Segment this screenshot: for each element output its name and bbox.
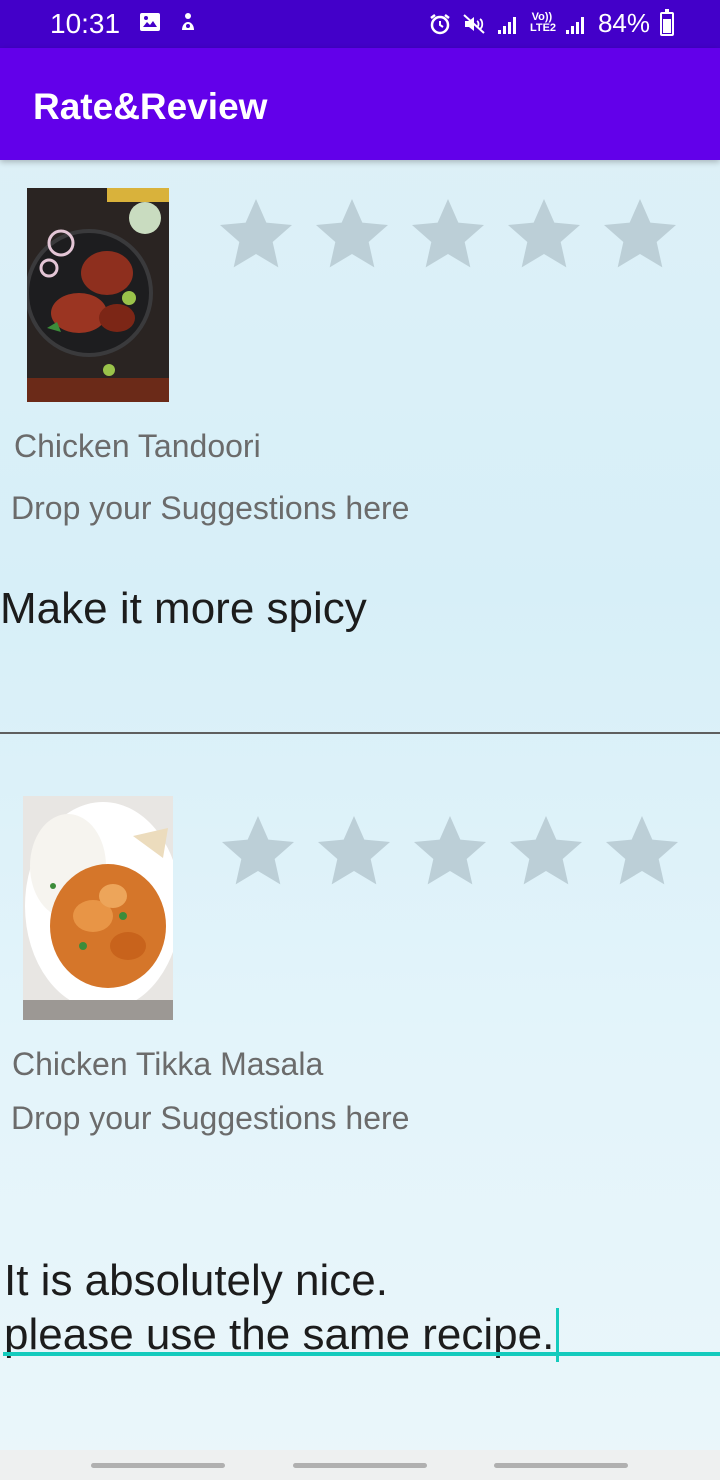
gallery-icon (138, 10, 162, 34)
navigation-bar (0, 1450, 720, 1480)
review-card-chicken-tikka-masala: Chicken Tikka Masala Drop your Suggestio… (0, 735, 720, 1450)
star-3-icon[interactable] (402, 809, 498, 893)
mute-icon (462, 12, 486, 36)
star-2-icon[interactable] (306, 809, 402, 893)
review-card-chicken-tandoori: Chicken Tandoori Drop your Suggestions h… (0, 160, 720, 735)
volte-lte2-icon: Vo)) LTE2 (529, 10, 557, 34)
nav-home-button[interactable] (293, 1463, 427, 1468)
notification-app-icon (176, 10, 200, 34)
status-bar: 10:31 Vo)) LTE2 84% (0, 0, 720, 48)
dish-name: Chicken Tikka Masala (12, 1046, 324, 1082)
review-input-text: It is absolutely nice. please use the sa… (4, 1256, 555, 1359)
star-1-icon[interactable] (210, 809, 306, 893)
nav-recent-apps-button[interactable] (91, 1463, 225, 1468)
alarm-icon (428, 12, 452, 36)
star-1-icon[interactable] (208, 192, 304, 276)
suggestions-label: Drop your Suggestions here (11, 1100, 410, 1136)
review-input[interactable]: It is absolutely nice. please use the sa… (4, 1200, 560, 1362)
app-bar: Rate&Review (0, 48, 720, 160)
rating-bar[interactable] (208, 192, 688, 276)
star-5-icon[interactable] (592, 192, 688, 276)
battery-percent: 84% (597, 8, 650, 38)
star-5-icon[interactable] (594, 809, 690, 893)
nav-back-button[interactable] (494, 1463, 628, 1468)
review-input-underline (3, 1352, 720, 1356)
app-title: Rate&Review (33, 86, 268, 127)
signal-icon (564, 12, 588, 36)
status-time: 10:31 (50, 8, 121, 39)
star-3-icon[interactable] (400, 192, 496, 276)
signal-icon (496, 12, 520, 36)
suggestions-label: Drop your Suggestions here (11, 490, 410, 526)
star-2-icon[interactable] (304, 192, 400, 276)
star-4-icon[interactable] (498, 809, 594, 893)
dish-name: Chicken Tandoori (14, 428, 261, 464)
chicken-tikka-masala-photo (23, 796, 173, 1020)
battery-icon (660, 8, 674, 36)
rating-bar[interactable] (210, 809, 690, 893)
review-input[interactable]: Make it more spicy (0, 582, 367, 636)
chicken-tandoori-photo (27, 188, 169, 402)
star-4-icon[interactable] (496, 192, 592, 276)
review-input-underline (0, 732, 720, 734)
